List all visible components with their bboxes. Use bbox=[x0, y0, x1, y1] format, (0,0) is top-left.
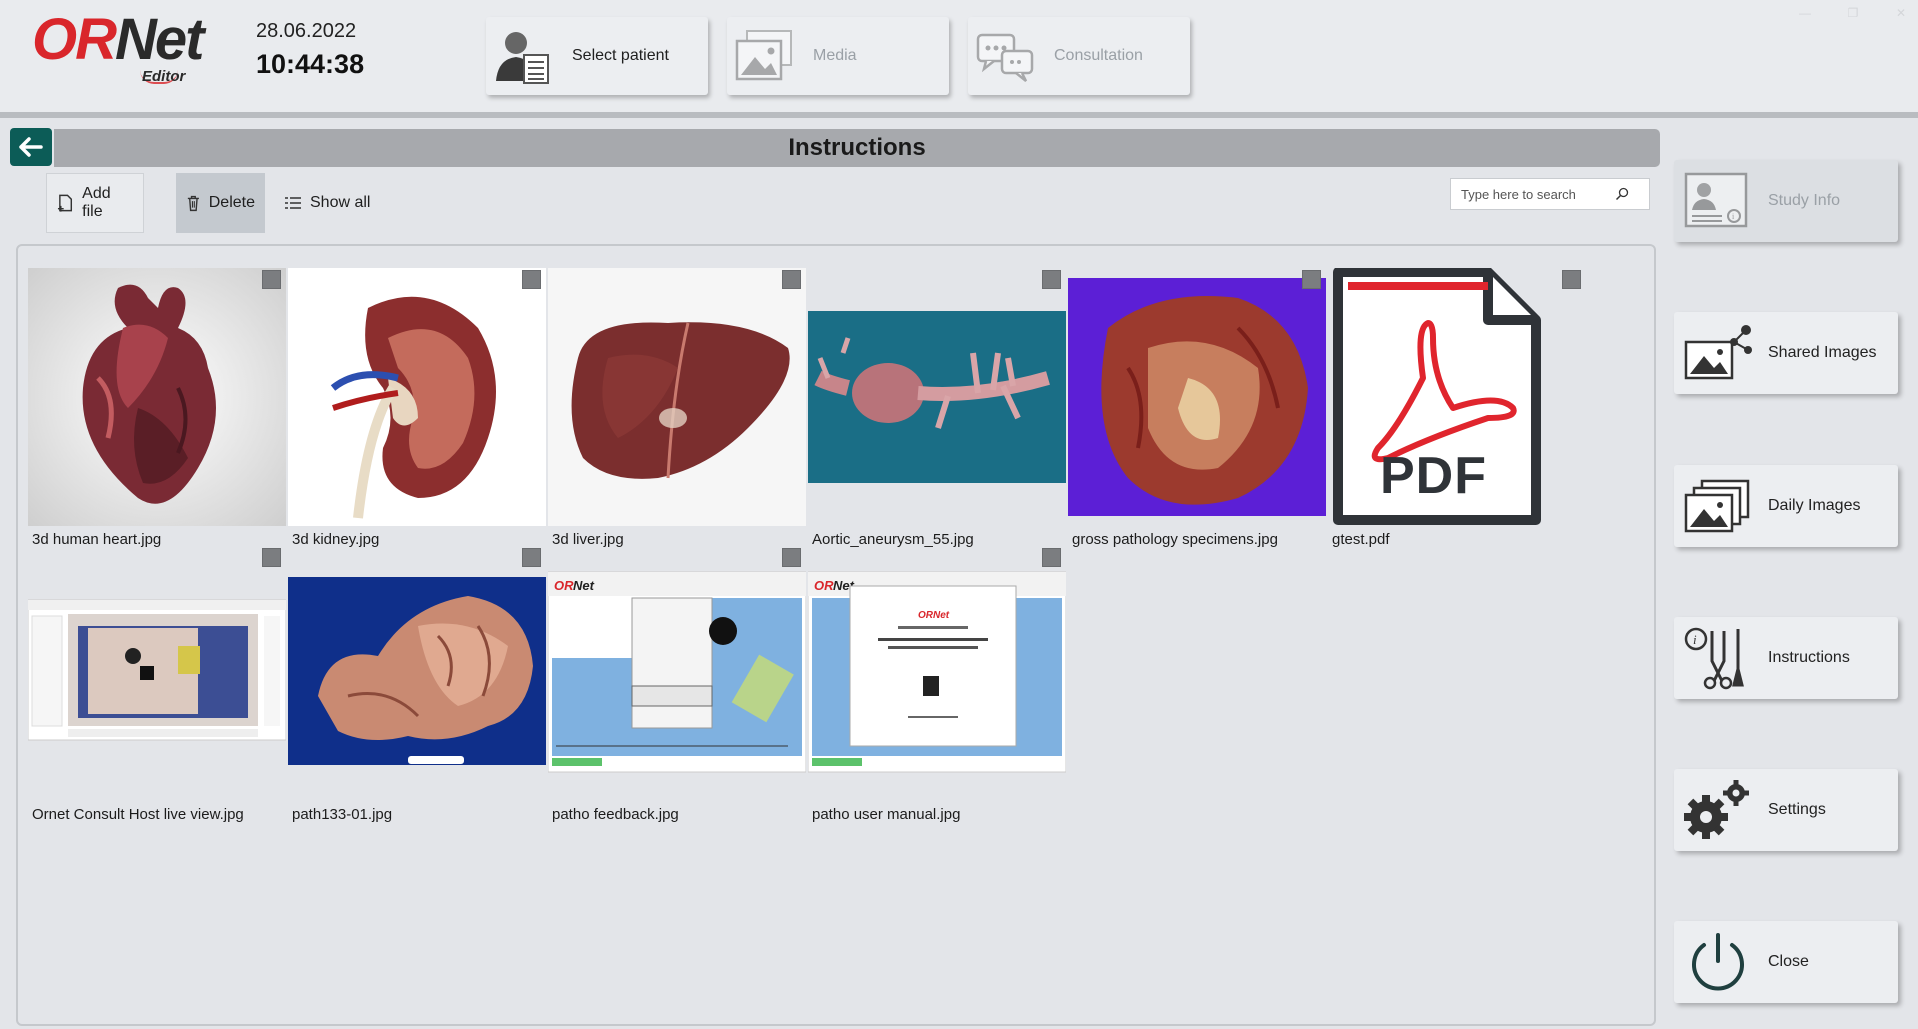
select-patient-button[interactable]: Select patient bbox=[486, 17, 708, 95]
shared-images-label: Shared Images bbox=[1768, 344, 1877, 361]
media-label: Media bbox=[813, 47, 857, 64]
close-label: Close bbox=[1768, 953, 1809, 970]
current-date: 28.06.2022 bbox=[256, 20, 357, 42]
shared-images-icon bbox=[1684, 325, 1752, 380]
select-checkbox[interactable] bbox=[782, 270, 801, 289]
thumbnail-image bbox=[548, 268, 806, 526]
delete-button[interactable]: Delete bbox=[176, 173, 265, 233]
back-button[interactable] bbox=[10, 128, 52, 166]
thumbnail-image bbox=[28, 599, 286, 741]
svg-text:OR: OR bbox=[554, 578, 574, 593]
page-title-bar: Instructions bbox=[54, 129, 1660, 167]
logo-subtitle: Editor bbox=[142, 68, 186, 85]
file-name: gtest.pdf bbox=[1332, 531, 1390, 548]
ornet-logo: ORNet Editor bbox=[32, 8, 222, 94]
settings-button[interactable]: Settings bbox=[1674, 769, 1898, 851]
patient-list-icon bbox=[496, 32, 549, 84]
show-all-button[interactable]: Show all bbox=[274, 173, 384, 233]
file-name: path133-01.jpg bbox=[292, 806, 393, 823]
svg-text:ORNet: ORNet bbox=[918, 610, 950, 621]
instructions-tools-icon: i bbox=[1684, 627, 1744, 690]
close-button[interactable]: Close bbox=[1674, 921, 1898, 1003]
thumbnail-image bbox=[288, 577, 546, 765]
thumbnail-image bbox=[288, 268, 546, 526]
study-info-icon: i bbox=[1684, 172, 1748, 228]
daily-images-button[interactable]: Daily Images bbox=[1674, 465, 1898, 547]
maximize-icon[interactable]: ❐ bbox=[1846, 6, 1860, 20]
thumbnail-image bbox=[1068, 268, 1326, 526]
current-time: 10:44:38 bbox=[256, 49, 365, 79]
daily-images-label: Daily Images bbox=[1768, 497, 1861, 514]
select-checkbox[interactable] bbox=[262, 270, 281, 289]
thumbnail-image bbox=[808, 268, 1066, 526]
settings-label: Settings bbox=[1768, 801, 1826, 818]
add-file-label: Add file bbox=[82, 185, 111, 220]
show-all-label: Show all bbox=[310, 194, 371, 211]
close-window-icon[interactable]: ✕ bbox=[1894, 6, 1908, 20]
daily-images-icon bbox=[1684, 479, 1750, 533]
media-icon bbox=[735, 30, 792, 81]
file-name: patho feedback.jpg bbox=[552, 806, 679, 823]
file-name: Ornet Consult Host live view.jpg bbox=[32, 806, 244, 823]
window-controls: — ❐ ✕ bbox=[1798, 6, 1908, 20]
thumbnail-image: OR Net ORNet bbox=[808, 571, 1066, 773]
consultation-button[interactable]: Consultation bbox=[968, 17, 1190, 95]
page-title: Instructions bbox=[788, 134, 926, 161]
file-gallery: 3d human heart.jpg 3d kidney.jpg 3d live… bbox=[16, 244, 1656, 1026]
search-box[interactable] bbox=[1450, 178, 1650, 210]
shared-images-button[interactable]: Shared Images bbox=[1674, 312, 1898, 394]
consultation-chat-icon bbox=[976, 33, 1034, 82]
instructions-label: Instructions bbox=[1768, 649, 1850, 666]
study-info-button[interactable]: i Study Info bbox=[1674, 160, 1898, 242]
trash-icon bbox=[187, 195, 199, 212]
thumbnail-image: OR Net bbox=[548, 571, 806, 773]
consultation-label: Consultation bbox=[1054, 47, 1143, 64]
svg-text:i: i bbox=[1693, 632, 1697, 647]
minimize-icon[interactable]: — bbox=[1798, 6, 1812, 20]
add-file-icon bbox=[57, 194, 73, 212]
instructions-button[interactable]: i Instructions bbox=[1674, 617, 1898, 699]
select-checkbox[interactable] bbox=[1302, 270, 1321, 289]
logo-net: Net bbox=[115, 7, 204, 72]
clock: 28.06.2022 10:44:38 bbox=[256, 20, 364, 80]
select-checkbox[interactable] bbox=[1042, 270, 1061, 289]
power-icon bbox=[1692, 933, 1744, 991]
media-button[interactable]: Media bbox=[727, 17, 949, 95]
list-icon bbox=[285, 197, 301, 209]
arrow-left-icon bbox=[19, 137, 43, 157]
select-patient-label: Select patient bbox=[572, 47, 669, 64]
select-checkbox[interactable] bbox=[522, 270, 541, 289]
svg-text:OR: OR bbox=[814, 578, 834, 593]
pdf-label: PDF bbox=[1380, 447, 1487, 505]
settings-gears-icon bbox=[1684, 780, 1749, 839]
app-header: ORNet Editor 28.06.2022 10:44:38 Select … bbox=[0, 0, 1918, 118]
select-checkbox[interactable] bbox=[1562, 270, 1581, 289]
svg-text:Net: Net bbox=[573, 578, 595, 593]
search-input[interactable] bbox=[1461, 186, 1611, 202]
logo-or: OR bbox=[32, 7, 117, 72]
delete-label: Delete bbox=[208, 194, 255, 211]
search-icon bbox=[1615, 187, 1629, 201]
file-name: patho user manual.jpg bbox=[812, 806, 961, 823]
add-file-button[interactable]: Add file bbox=[46, 173, 144, 233]
file-name: gross pathology specimens.jpg bbox=[1072, 531, 1278, 548]
thumbnail-image bbox=[28, 268, 286, 526]
study-info-label: Study Info bbox=[1768, 192, 1841, 209]
